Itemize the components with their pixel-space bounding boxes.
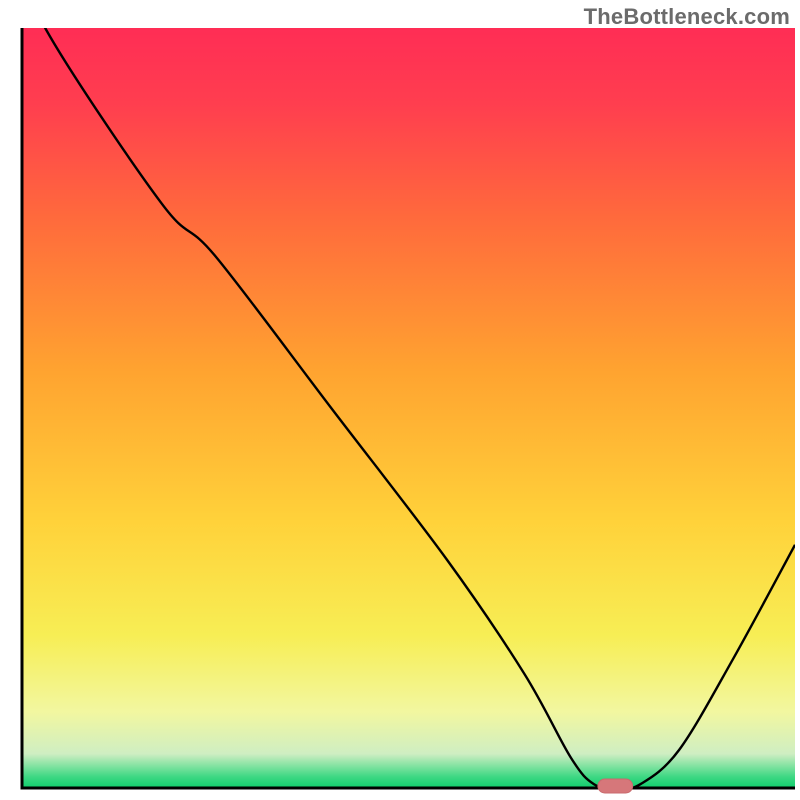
- gradient-background: [22, 28, 795, 788]
- chart-container: TheBottleneck.com: [0, 0, 800, 800]
- bottleneck-chart: [0, 0, 800, 800]
- optimal-point-marker: [598, 779, 633, 793]
